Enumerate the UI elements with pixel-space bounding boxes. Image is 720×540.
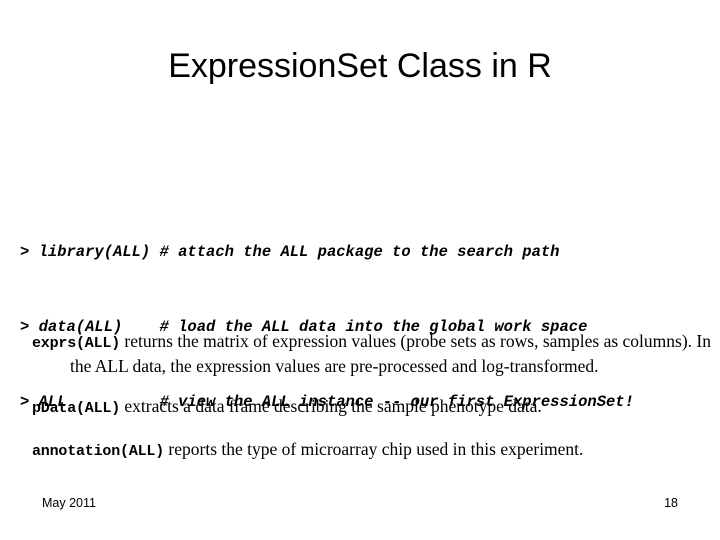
slide: ExpressionSet Class in R > library(ALL) … bbox=[0, 0, 720, 540]
description-item-exprs: exprs(ALL) returns the matrix of express… bbox=[20, 330, 720, 378]
code-line-1: > library(ALL) # attach the ALL package … bbox=[20, 243, 560, 261]
footer-date: May 2011 bbox=[42, 496, 96, 510]
description-text-exprs: returns the matrix of expression values … bbox=[70, 330, 711, 377]
function-name-pdata: pData(ALL) bbox=[32, 400, 121, 417]
description-item-annotation: annotation(ALL) reports the type of micr… bbox=[20, 438, 720, 464]
slide-footer: May 2011 18 bbox=[0, 496, 720, 514]
description-item-pdata: pData(ALL) extracts a data frame describ… bbox=[20, 395, 720, 421]
function-name-exprs: exprs(ALL) bbox=[32, 334, 121, 352]
function-name-annotation: annotation(ALL) bbox=[32, 443, 165, 460]
description-text-annotation: reports the type of microarray chip used… bbox=[164, 439, 584, 459]
description-list: exprs(ALL) returns the matrix of express… bbox=[20, 312, 720, 464]
footer-page-number: 18 bbox=[664, 496, 678, 510]
page-title: ExpressionSet Class in R bbox=[168, 47, 552, 85]
description-text-pdata: extracts a data frame describing the sam… bbox=[120, 396, 542, 416]
